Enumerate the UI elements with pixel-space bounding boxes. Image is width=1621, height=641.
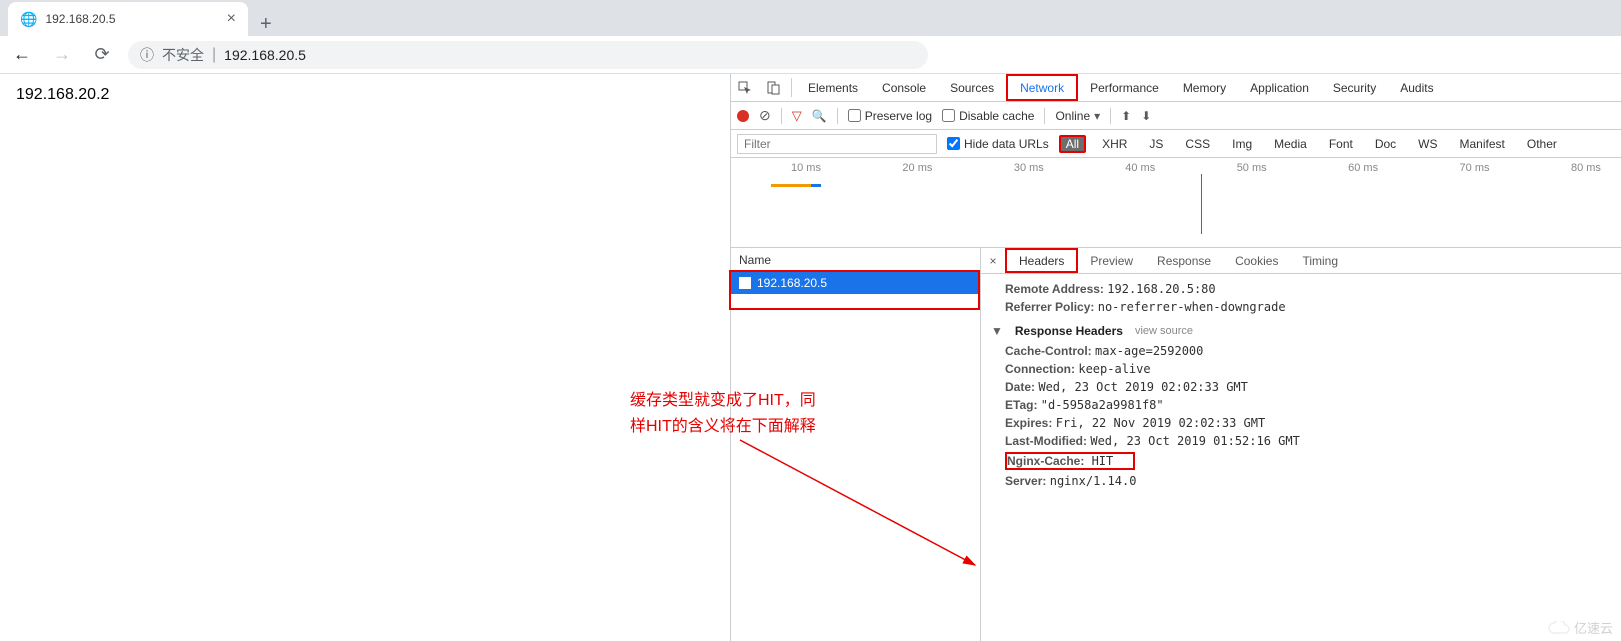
new-tab-button[interactable]: + [248,13,284,36]
globe-icon: 🌐 [20,11,37,28]
tab-console[interactable]: Console [870,74,938,101]
tab-strip: 🌐 192.168.20.5 × + [0,0,1621,36]
tab-audits[interactable]: Audits [1388,74,1445,101]
url-text: 192.168.20.5 [224,47,306,63]
tl-tick: 40 ms [1125,162,1155,174]
filter-media[interactable]: Media [1268,136,1313,152]
tl-tick: 30 ms [1014,162,1044,174]
tl-tick: 50 ms [1237,162,1267,174]
filter-js[interactable]: JS [1143,136,1169,152]
detail-tab-timing[interactable]: Timing [1290,248,1350,273]
address-bar[interactable]: ⓘ 不安全 | 192.168.20.5 [128,41,928,69]
close-icon[interactable]: × [227,10,236,28]
forward-button[interactable]: → [48,41,76,69]
tab-title: 192.168.20.5 [45,12,218,26]
request-name: 192.168.20.5 [757,276,827,290]
request-list: Name 192.168.20.5 [731,248,981,641]
tab-security[interactable]: Security [1321,74,1388,101]
tl-tick: 20 ms [902,162,932,174]
filter-font[interactable]: Font [1323,136,1359,152]
browser-tab[interactable]: 🌐 192.168.20.5 × [8,2,248,36]
detail-tabs: × Headers Preview Response Cookies Timin… [981,248,1621,274]
chevron-down-icon: ▼ [991,324,1003,338]
clear-button[interactable]: ⊘ [759,107,771,124]
filter-img[interactable]: Img [1226,136,1258,152]
tab-performance[interactable]: Performance [1078,74,1171,101]
detail-tab-headers[interactable]: Headers [1005,248,1078,273]
request-row[interactable]: 192.168.20.5 [731,272,978,294]
throttling-select[interactable]: Online▾ [1055,109,1100,123]
addr-separator: | [212,46,216,64]
filter-manifest[interactable]: Manifest [1454,136,1511,152]
watermark: 亿速云 [1548,618,1613,637]
filter-doc[interactable]: Doc [1369,136,1402,152]
reload-button[interactable]: ⟳ [88,41,116,69]
device-icon[interactable] [759,74,787,101]
inspect-icon[interactable] [731,74,759,101]
filter-toggle-icon[interactable]: ▽ [792,108,802,124]
preserve-log-checkbox[interactable]: Preserve log [848,109,932,123]
response-headers-section[interactable]: ▼ Response Headers view source [991,316,1611,342]
detail-tab-preview[interactable]: Preview [1078,248,1145,273]
tab-network[interactable]: Network [1006,74,1078,101]
devtools-panel: Elements Console Sources Network Perform… [730,74,1621,641]
filter-input[interactable] [737,134,937,154]
page-content: 192.168.20.2 [0,74,730,641]
filter-xhr[interactable]: XHR [1096,136,1133,152]
headers-body: Remote Address: 192.168.20.5:80 Referrer… [981,274,1621,641]
page-body-text: 192.168.20.2 [16,86,109,103]
document-icon [739,277,751,289]
devtools-tabs: Elements Console Sources Network Perform… [731,74,1621,102]
filter-other[interactable]: Other [1521,136,1563,152]
filter-ws[interactable]: WS [1412,136,1443,152]
disable-cache-checkbox[interactable]: Disable cache [942,109,1034,123]
tl-tick: 10 ms [791,162,821,174]
hide-data-urls-checkbox[interactable]: Hide data URLs [947,137,1049,151]
request-list-header[interactable]: Name [731,248,980,272]
tl-tick: 70 ms [1460,162,1490,174]
info-icon[interactable]: ⓘ [140,45,154,65]
download-har-icon[interactable]: ⬇ [1141,109,1151,123]
browser-toolbar: ← → ⟳ ⓘ 不安全 | 192.168.20.5 [0,36,1621,74]
close-detail-icon[interactable]: × [981,248,1005,273]
request-detail: × Headers Preview Response Cookies Timin… [981,248,1621,641]
tl-tick: 60 ms [1348,162,1378,174]
annotation-text: 缓存类型就变成了HIT，同 样HIT的含义将在下面解释 [630,388,816,439]
detail-tab-response[interactable]: Response [1145,248,1223,273]
tab-memory[interactable]: Memory [1171,74,1238,101]
tab-elements[interactable]: Elements [796,74,870,101]
search-icon[interactable]: 🔍 [812,109,827,123]
record-button[interactable] [737,110,749,122]
filter-css[interactable]: CSS [1179,136,1216,152]
back-button[interactable]: ← [8,41,36,69]
tab-application[interactable]: Application [1238,74,1321,101]
view-source-link[interactable]: view source [1135,325,1193,337]
network-timeline[interactable]: 10 ms 20 ms 30 ms 40 ms 50 ms 60 ms 70 m… [731,158,1621,248]
network-toolbar: ⊘ ▽ 🔍 Preserve log Disable cache Online▾… [731,102,1621,130]
filter-all[interactable]: All [1059,135,1086,153]
tab-sources[interactable]: Sources [938,74,1006,101]
upload-har-icon[interactable]: ⬆ [1121,109,1131,123]
network-filter-bar: Hide data URLs All XHR JS CSS Img Media … [731,130,1621,158]
detail-tab-cookies[interactable]: Cookies [1223,248,1290,273]
tl-tick: 80 ms [1571,162,1601,174]
insecure-label: 不安全 [162,45,204,65]
